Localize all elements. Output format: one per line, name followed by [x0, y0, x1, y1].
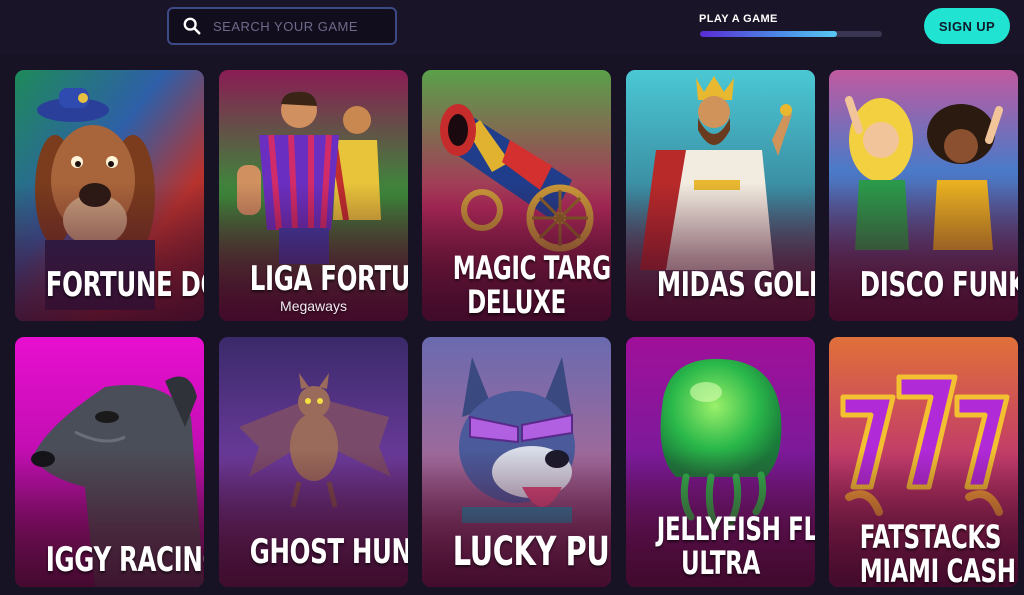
- game-card-midas-gold[interactable]: MIDAS GOLD: [626, 70, 815, 321]
- game-title: MAGIC TARGET DELUXE: [452, 249, 611, 321]
- game-card-magic-target-deluxe[interactable]: MAGIC TARGET DELUXE: [422, 70, 611, 321]
- game-grid: FORTUNE DOGS LIGA FORTUNA Megaways: [0, 0, 1024, 595]
- game-title: DISCO FUNK: [859, 265, 1018, 305]
- game-card-jellyfish-flow-ultra[interactable]: JELLYFISH FLOW ULTRA: [626, 337, 815, 587]
- game-title: FATSTACKS MIAMI CASH: [859, 518, 1016, 587]
- game-subtitle: Megaways: [280, 298, 347, 314]
- game-title: LUCKY PUPS: [452, 529, 611, 575]
- game-card-disco-funk[interactable]: DISCO FUNK: [829, 70, 1018, 321]
- game-card-fortune-dogs[interactable]: FORTUNE DOGS: [15, 70, 204, 321]
- game-title: JELLYFISH FLOW ULTRA: [656, 510, 815, 582]
- game-title: GHOST HUNTER: [249, 532, 408, 572]
- game-title: LIGA FORTUNA: [249, 259, 408, 299]
- game-title: IGGY RACING: [45, 540, 204, 580]
- game-title: MIDAS GOLD: [656, 265, 815, 305]
- game-title: FORTUNE DOGS: [45, 265, 204, 305]
- game-card-liga-fortuna[interactable]: LIGA FORTUNA Megaways: [219, 70, 408, 321]
- game-card-fatstacks-miami-cash[interactable]: FATSTACKS MIAMI CASH: [829, 337, 1018, 587]
- game-card-lucky-pups[interactable]: LUCKY PUPS: [422, 337, 611, 587]
- game-card-iggy-racing[interactable]: IGGY RACING: [15, 337, 204, 587]
- game-card-ghost-hunter[interactable]: GHOST HUNTER: [219, 337, 408, 587]
